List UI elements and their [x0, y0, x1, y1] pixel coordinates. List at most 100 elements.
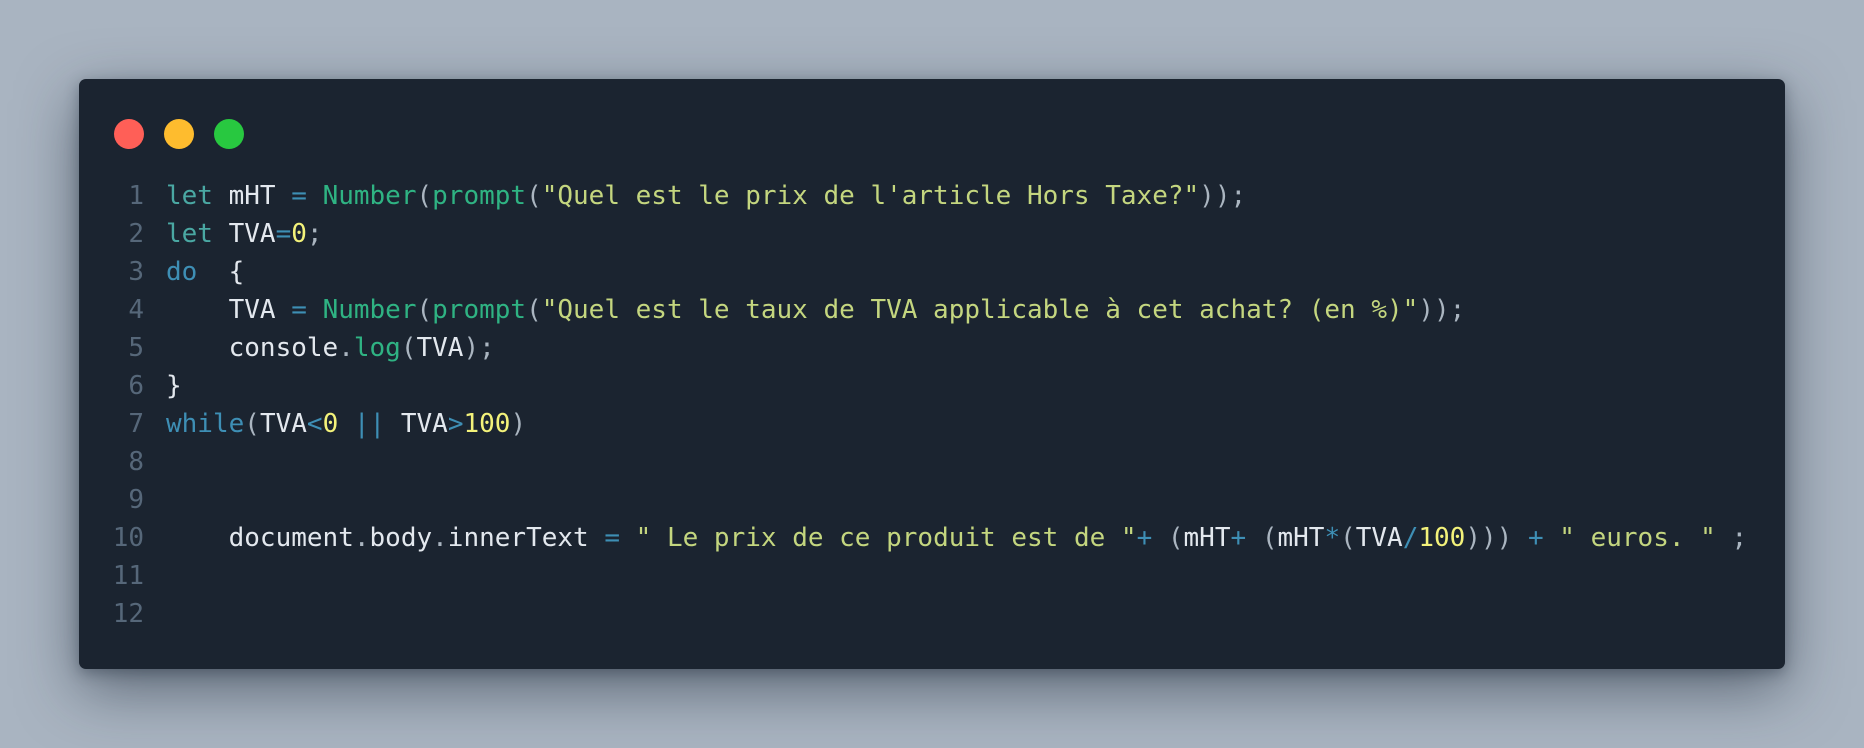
code-token: Number: [322, 181, 417, 211]
code-token: "Quel est le taux de TVA applicable à ce…: [541, 295, 1419, 325]
code-line: 4 TVA = Number(prompt("Quel est le taux …: [79, 291, 1785, 329]
code-block[interactable]: 1 let mHT = Number(prompt("Quel est le pr…: [79, 177, 1785, 633]
close-icon[interactable]: [114, 119, 144, 149]
minimize-icon[interactable]: [164, 119, 194, 149]
code-line: 7 while(TVA<0 || TVA>100): [79, 405, 1785, 443]
line-number: 4: [128, 295, 144, 325]
line-content: }: [166, 371, 182, 401]
code-token: " euros. ": [1559, 523, 1716, 553]
line-number: 8: [128, 447, 144, 477]
code-token: }: [166, 371, 182, 401]
code-token: );: [463, 333, 495, 363]
code-token: ;: [306, 219, 323, 249]
code-token: TVA: [228, 219, 276, 249]
code-token: "Quel est le prix de l'article Hors Taxe…: [541, 181, 1200, 211]
code-token: ||: [353, 409, 386, 439]
code-token: 0: [322, 409, 339, 439]
code-token: ));: [1418, 295, 1466, 325]
zoom-icon[interactable]: [214, 119, 244, 149]
line-number: 11: [112, 561, 144, 591]
code-token: (: [1340, 523, 1356, 553]
code-token: 0: [291, 219, 307, 249]
line-number: 7: [128, 409, 144, 439]
code-token: let: [166, 181, 213, 211]
line-content: TVA = Number(prompt("Quel est le taux de…: [166, 295, 1466, 325]
code-token: do: [166, 257, 198, 287]
line-number: 3: [128, 257, 144, 287]
code-token: /: [1402, 523, 1419, 553]
code-line: 10 document.body.innerText = " Le prix d…: [79, 519, 1785, 557]
line-content: document.body.innerText = " Le prix de c…: [166, 523, 1748, 553]
code-token: (: [526, 181, 542, 211]
code-token: .: [432, 523, 448, 553]
code-token: prompt: [432, 181, 527, 211]
code-token: TVA: [259, 409, 307, 439]
code-line: 2 let TVA=0;: [79, 215, 1785, 253]
line-content: while(TVA<0 || TVA>100): [166, 409, 526, 439]
code-token: 100: [463, 409, 511, 439]
line-number: 9: [128, 485, 144, 515]
code-token: =: [291, 181, 307, 211]
code-token: <: [306, 409, 323, 439]
code-token: mHT: [1183, 523, 1231, 553]
code-token: Number: [322, 295, 417, 325]
code-line: 5 console.log(TVA);: [79, 329, 1785, 367]
code-token: (: [416, 181, 433, 211]
code-token: mHT: [1277, 523, 1325, 553]
code-token: (: [400, 333, 417, 363]
code-token: +: [1527, 523, 1544, 553]
code-line: 9: [79, 481, 1785, 519]
code-token: +: [1230, 523, 1247, 553]
code-window: 1 let mHT = Number(prompt("Quel est le pr…: [79, 79, 1785, 669]
code-token: ): [510, 409, 527, 439]
code-token: mHT: [228, 181, 276, 211]
code-token: =: [291, 295, 307, 325]
code-token: .: [338, 333, 354, 363]
code-token: (: [416, 295, 433, 325]
code-token: +: [1136, 523, 1153, 553]
code-token: (: [1261, 523, 1278, 553]
code-token: TVA: [416, 333, 464, 363]
code-token: (: [1167, 523, 1184, 553]
code-token: .: [353, 523, 370, 553]
line-content: do {: [166, 257, 244, 287]
code-line: 1 let mHT = Number(prompt("Quel est le pr…: [79, 177, 1785, 215]
code-token: >: [447, 409, 464, 439]
code-token: =: [604, 523, 620, 553]
line-content: let TVA=0;: [166, 219, 323, 249]
line-number: 12: [112, 599, 144, 629]
line-number: 2: [128, 219, 144, 249]
code-token: document: [228, 523, 354, 553]
code-line: 3 do {: [79, 253, 1785, 291]
code-token: console: [228, 333, 339, 363]
code-token: TVA: [1355, 523, 1403, 553]
code-token: ));: [1199, 181, 1247, 211]
code-token: ))): [1465, 523, 1513, 553]
code-line: 6}: [79, 367, 1785, 405]
line-number: 6: [128, 371, 144, 401]
code-token: TVA: [228, 295, 276, 325]
line-content: let mHT = Number(prompt("Quel est le pri…: [166, 181, 1246, 211]
code-token: prompt: [432, 295, 527, 325]
code-token: TVA: [400, 409, 448, 439]
code-line: 12: [79, 595, 1785, 633]
code-token: =: [275, 219, 292, 249]
